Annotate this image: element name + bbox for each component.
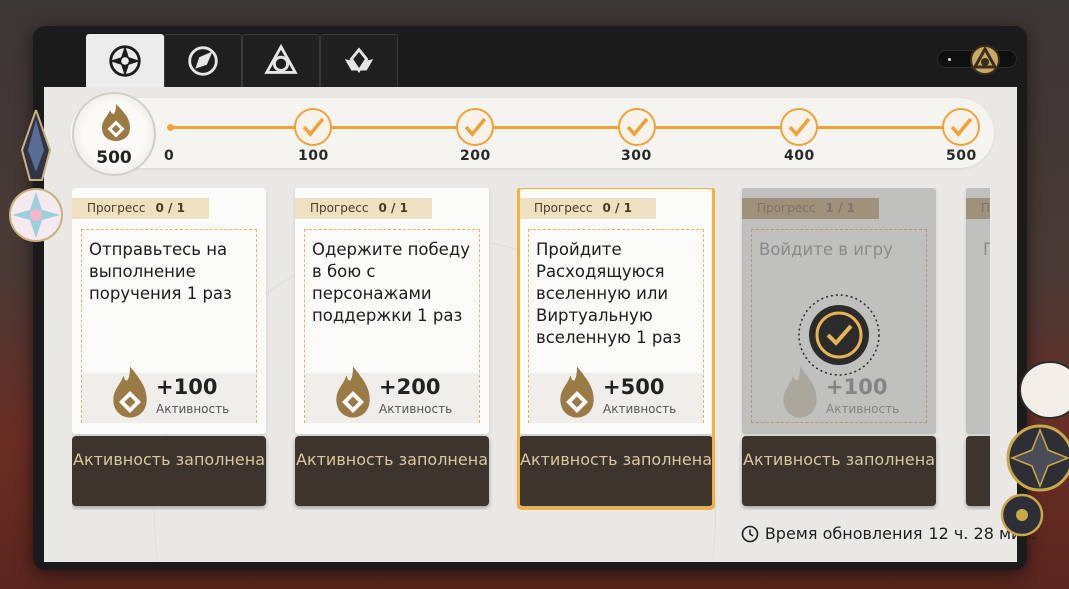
activity-flame-icon bbox=[560, 366, 594, 418]
milestone-300-check[interactable] bbox=[618, 108, 656, 146]
task-card[interactable]: Прогресс 0 / 1 Одержите победу в бою с пе… bbox=[295, 188, 489, 508]
activity-full-button[interactable]: Активность заполнена bbox=[72, 436, 266, 506]
milestone-label: 200 bbox=[460, 148, 491, 164]
task-card-completed[interactable]: Прогресс 1 / 1 Войдите в игру +100 Активн… bbox=[742, 188, 936, 508]
task-card-selected[interactable]: Прогресс 0 / 1 Пройдите Расходящуюся всел… bbox=[517, 188, 715, 510]
activity-medal: 500 bbox=[72, 92, 156, 176]
progress-label: Прогресс bbox=[87, 201, 146, 215]
triangle-knot-icon bbox=[264, 43, 298, 74]
task-card[interactable]: Прогресс 0 / 1 Отправьтесь на выполнение … bbox=[72, 188, 266, 508]
tab-bar bbox=[86, 34, 398, 87]
progress-value: 0 / 1 bbox=[602, 201, 632, 215]
reward-label: Активность bbox=[379, 402, 453, 416]
progress-tag: Прогресс 0 / 1 bbox=[72, 198, 209, 219]
check-icon bbox=[788, 117, 811, 137]
activity-track bbox=[70, 98, 994, 168]
completed-check-icon bbox=[798, 294, 880, 376]
progress-value: 0 / 1 bbox=[155, 201, 185, 215]
ornament-flower-icon bbox=[1000, 361, 1069, 537]
activity-flame-icon bbox=[102, 104, 130, 141]
activity-flame-icon bbox=[336, 366, 370, 418]
check-icon bbox=[950, 117, 973, 137]
task-description: Одержите победу в бою с персонажами подд… bbox=[312, 240, 470, 325]
ornament-crystal-icon bbox=[9, 110, 63, 242]
indicator-dot bbox=[948, 58, 951, 61]
milestone-500-check[interactable] bbox=[942, 108, 980, 146]
check-icon bbox=[302, 117, 325, 137]
tab-progress[interactable] bbox=[164, 34, 242, 87]
reward-label: Активность bbox=[156, 402, 230, 416]
milestone-label: 0 bbox=[164, 148, 175, 164]
reward-label: Активность bbox=[603, 402, 677, 416]
refresh-timer: Время обновления 12 ч. 28 мин. bbox=[741, 524, 1037, 543]
milestone-start-dot bbox=[167, 124, 174, 131]
progress-tag: Прогресс 0 / 1 bbox=[295, 198, 432, 219]
nameless-emblem-icon bbox=[970, 45, 1000, 75]
reward-value: +100 bbox=[156, 375, 218, 399]
task-card-list: Прогресс 0 / 1 Отправьтесь на выполнение … bbox=[72, 188, 990, 510]
activity-full-button[interactable] bbox=[966, 436, 990, 506]
activity-current-value: 500 bbox=[96, 148, 132, 168]
check-icon bbox=[464, 117, 487, 137]
refresh-label: Время обновления bbox=[764, 524, 923, 543]
milestone-label: 400 bbox=[784, 148, 815, 164]
milestone-label: 500 bbox=[946, 148, 977, 164]
reward-value: +500 bbox=[603, 375, 665, 399]
task-card-partial[interactable]: П П э bbox=[966, 188, 990, 508]
progress-tag: Прогресс 0 / 1 bbox=[519, 198, 656, 219]
tab-nameless-honor[interactable] bbox=[242, 34, 320, 87]
task-description: Пройдите Расходящуюся вселенную или Вирт… bbox=[536, 240, 682, 347]
activity-full-button[interactable]: Активность заполнена bbox=[519, 436, 713, 506]
reward-value: +200 bbox=[379, 375, 441, 399]
task-description: Отправьтесь на выполнение поручения 1 ра… bbox=[89, 240, 232, 303]
check-icon bbox=[626, 117, 649, 137]
milestone-label: 100 bbox=[298, 148, 329, 164]
progress-label: Прогресс bbox=[534, 201, 593, 215]
milestone-100-check[interactable] bbox=[294, 108, 332, 146]
lotus-emblem-icon bbox=[344, 47, 374, 74]
tab-achievements[interactable] bbox=[320, 34, 398, 87]
progress-value: 0 / 1 bbox=[378, 201, 408, 215]
milestone-200-check[interactable] bbox=[456, 108, 494, 146]
compass-emblem-icon bbox=[109, 45, 141, 77]
milestone-label: 300 bbox=[621, 148, 652, 164]
activity-flame-icon bbox=[113, 366, 147, 418]
progress-label: Прогресс bbox=[310, 201, 369, 215]
currency-pill[interactable] bbox=[937, 45, 1017, 75]
rocket-emblem-icon bbox=[188, 46, 218, 76]
completed-overlay bbox=[966, 188, 990, 434]
tab-daily-training[interactable] bbox=[86, 34, 164, 87]
activity-full-button[interactable]: Активность заполнена bbox=[295, 436, 489, 506]
milestone-400-check[interactable] bbox=[780, 108, 818, 146]
clock-icon bbox=[741, 525, 759, 542]
activity-full-button[interactable]: Активность заполнена bbox=[742, 436, 936, 506]
activity-progress-line bbox=[170, 126, 960, 129]
